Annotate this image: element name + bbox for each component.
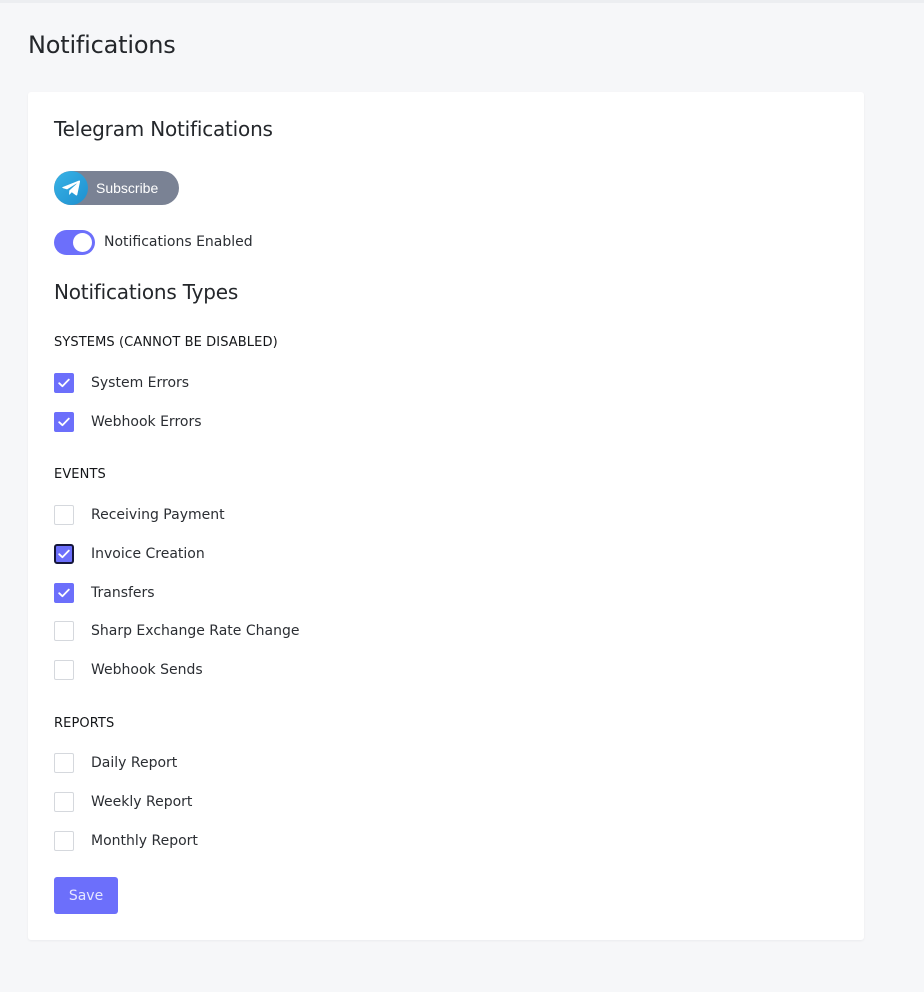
toggle-knob	[73, 232, 92, 252]
telegram-icon	[54, 171, 88, 205]
invoice-creation-checkbox[interactable]	[54, 544, 74, 564]
monthly-report-label: Monthly Report	[91, 833, 198, 849]
webhook-errors-checkbox[interactable]	[54, 412, 74, 432]
transfers-checkbox[interactable]	[54, 583, 74, 603]
checkbox-row-system-errors: System Errors	[54, 373, 189, 393]
checkbox-row-daily-report: Daily Report	[54, 753, 177, 773]
system-errors-label: System Errors	[91, 375, 190, 391]
checkbox-row-monthly-report: Monthly Report	[54, 831, 198, 851]
page-title: Notifications	[28, 31, 176, 59]
subscribe-label: Subscribe	[96, 180, 159, 196]
checkbox-row-weekly-report: Weekly Report	[54, 792, 192, 812]
daily-report-checkbox[interactable]	[54, 753, 74, 773]
checkbox-row-sharp-exchange-rate-change: Sharp Exchange Rate Change	[54, 621, 299, 641]
sharp-exchange-rate-change-label: Sharp Exchange Rate Change	[91, 623, 300, 639]
telegram-section-title: Telegram Notifications	[54, 117, 273, 141]
weekly-report-checkbox[interactable]	[54, 792, 74, 812]
checkbox-row-webhook-errors: Webhook Errors	[54, 412, 202, 432]
group-label-systems: SYSTEMS (CANNOT BE DISABLED)	[54, 335, 278, 350]
system-errors-checkbox[interactable]	[54, 373, 74, 393]
webhook-errors-label: Webhook Errors	[91, 414, 202, 430]
transfers-label: Transfers	[91, 585, 155, 601]
check-icon	[58, 588, 70, 598]
notifications-toggle-label: Notifications Enabled	[104, 234, 253, 250]
subscribe-button[interactable]: Subscribe	[54, 171, 179, 205]
webhook-sends-label: Webhook Sends	[91, 662, 203, 678]
receiving-payment-label: Receiving Payment	[91, 507, 225, 523]
save-button[interactable]: Save	[54, 877, 118, 914]
invoice-creation-label: Invoice Creation	[91, 546, 205, 562]
group-label-events: EVENTS	[54, 467, 106, 482]
group-label-reports: REPORTS	[54, 716, 115, 731]
weekly-report-label: Weekly Report	[91, 794, 193, 810]
receiving-payment-checkbox[interactable]	[54, 505, 74, 525]
daily-report-label: Daily Report	[91, 755, 178, 771]
check-icon	[58, 549, 70, 559]
sharp-exchange-rate-change-checkbox[interactable]	[54, 621, 74, 641]
notifications-toggle[interactable]	[54, 229, 95, 255]
webhook-sends-checkbox[interactable]	[54, 660, 74, 680]
monthly-report-checkbox[interactable]	[54, 831, 74, 851]
checkbox-row-invoice-creation: Invoice Creation	[54, 544, 205, 564]
checkbox-row-receiving-payment: Receiving Payment	[54, 505, 225, 525]
check-icon	[58, 378, 70, 388]
notifications-card: Telegram Notifications Subscribe Notific…	[28, 92, 864, 940]
check-icon	[58, 417, 70, 427]
notifications-toggle-row: Notifications Enabled	[54, 229, 253, 255]
notification-types-title: Notifications Types	[54, 280, 239, 304]
checkbox-row-transfers: Transfers	[54, 583, 155, 603]
checkbox-row-webhook-sends: Webhook Sends	[54, 660, 203, 680]
